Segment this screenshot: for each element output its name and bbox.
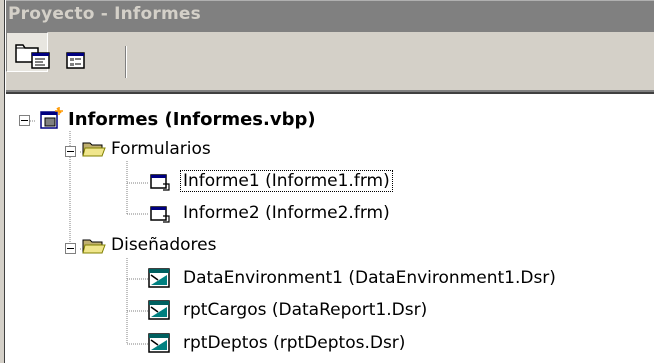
item-label: rptDeptos (rptDeptos.Dsr) (183, 333, 406, 353)
tree-node-designer-dataenvironment1[interactable]: DataEnvironment1 (DataEnvironment1.Dsr) (8, 267, 628, 291)
folder-open-icon (82, 142, 106, 157)
folder-label: Formularios (111, 139, 211, 159)
title-bar[interactable]: Proyecto - Informes (6, 0, 654, 32)
view-object-icon (66, 52, 85, 69)
project-icon (40, 107, 63, 129)
project-tree[interactable]: Informes (Informes.vbp) Formularios Info… (8, 94, 654, 363)
collapse-toggle[interactable] (19, 115, 30, 126)
window-title: Proyecto - Informes (8, 4, 201, 24)
tree-node-project[interactable]: Informes (Informes.vbp) (8, 107, 428, 133)
toolbar-separator (125, 46, 127, 78)
item-label: Informe1 (Informe1.frm) (180, 170, 393, 192)
form-icon (150, 206, 170, 223)
view-code-button[interactable] (26, 46, 56, 76)
designer-icon (148, 300, 170, 320)
tree-node-form-informe1[interactable]: Informe1 (Informe1.frm) (8, 170, 448, 194)
project-explorer-window: Proyecto - Informes Informes (Informes.v… (0, 0, 654, 363)
tree-node-folder-formularios[interactable]: Formularios (8, 138, 308, 162)
tree-node-form-informe2[interactable]: Informe2 (Informe2.frm) (8, 202, 448, 226)
tree-node-folder-disenadores[interactable]: Diseñadores (8, 234, 308, 258)
designer-icon (148, 268, 170, 288)
project-label: Informes (Informes.vbp) (68, 109, 316, 130)
item-label: rptCargos (DataReport1.Dsr) (183, 300, 428, 320)
view-code-icon (31, 52, 50, 69)
item-label: Informe2 (Informe2.frm) (183, 203, 390, 223)
window-border (4, 0, 5, 363)
collapse-toggle[interactable] (65, 243, 76, 254)
tree-node-designer-rptdeptos[interactable]: rptDeptos (rptDeptos.Dsr) (8, 332, 448, 356)
designer-icon (148, 333, 170, 353)
item-label: DataEnvironment1 (DataEnvironment1.Dsr) (183, 268, 556, 288)
toolbar (6, 32, 654, 90)
view-object-button[interactable] (61, 46, 91, 76)
folder-open-icon (82, 239, 106, 254)
form-icon (150, 174, 170, 191)
tree-node-designer-rptcargos[interactable]: rptCargos (DataReport1.Dsr) (8, 299, 448, 323)
collapse-toggle[interactable] (65, 146, 76, 157)
folder-label: Diseñadores (111, 235, 217, 255)
